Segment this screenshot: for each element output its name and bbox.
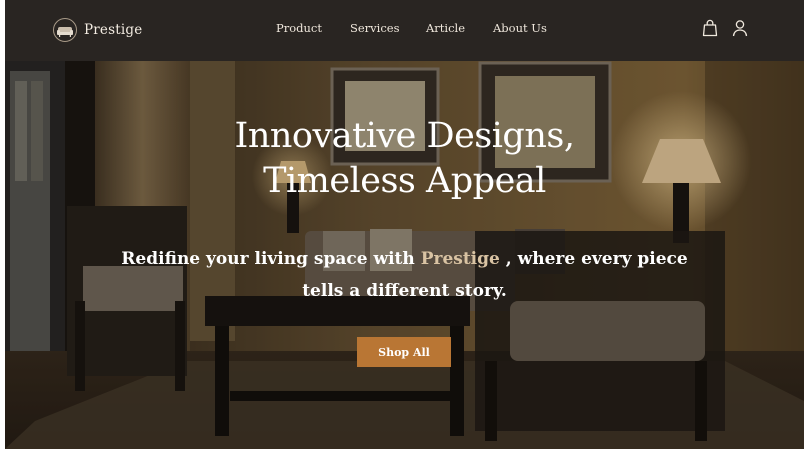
nav-link-about-us[interactable]: About Us: [493, 21, 547, 35]
hero: Innovative Designs, Timeless Appeal Redi…: [5, 61, 804, 449]
shop-all-button[interactable]: Shop All: [357, 337, 451, 367]
hero-title: Innovative Designs, Timeless Appeal: [5, 114, 804, 204]
hero-subtitle-brand: Prestige: [420, 249, 500, 269]
shopping-bag-icon[interactable]: [701, 18, 719, 38]
page: Prestige Product Services Article About …: [5, 0, 804, 449]
user-icon[interactable]: [731, 18, 749, 38]
sofa-logo-icon: [53, 18, 77, 42]
nav-link-services[interactable]: Services: [350, 21, 400, 35]
hero-subtitle: Redifine your living space with Prestige…: [5, 243, 804, 307]
hero-subtitle-text-2: , where every piece: [499, 249, 688, 269]
nav-link-product[interactable]: Product: [276, 21, 322, 35]
hero-subtitle-text-1: Redifine your living space with: [121, 249, 421, 269]
hero-title-line-2: Timeless Appeal: [263, 161, 546, 201]
navbar: Prestige Product Services Article About …: [5, 0, 804, 61]
hero-subtitle-line-1: Redifine your living space with Prestige…: [5, 243, 804, 275]
brand-name: Prestige: [84, 22, 143, 38]
nav-link-article[interactable]: Article: [426, 21, 465, 35]
hero-subtitle-line-2: tells a different story.: [302, 281, 507, 301]
hero-title-line-1: Innovative Designs,: [234, 116, 575, 156]
brand[interactable]: Prestige: [52, 16, 142, 44]
